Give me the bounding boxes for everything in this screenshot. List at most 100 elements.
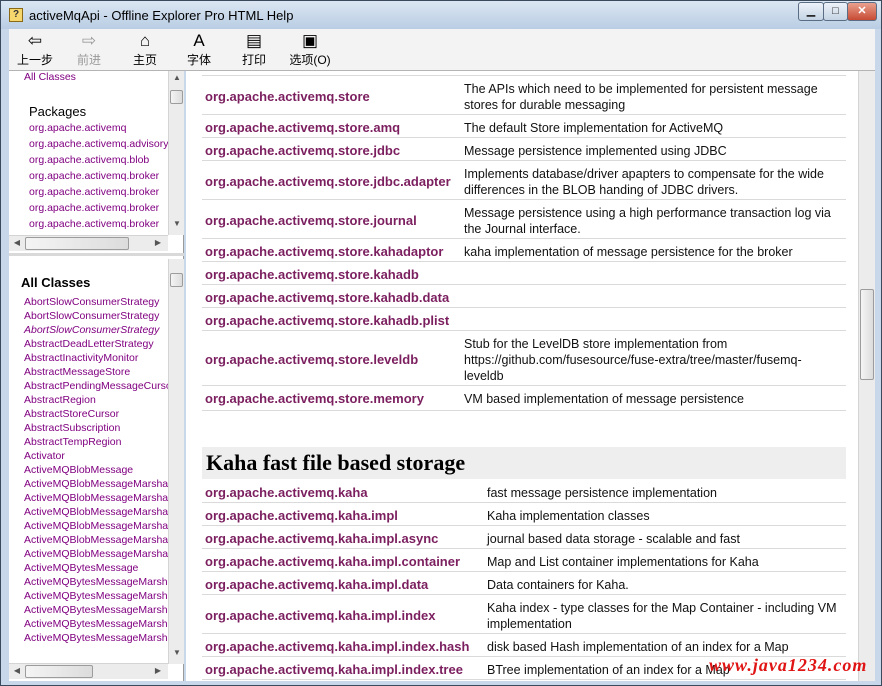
all-classes-link[interactable]: All Classes bbox=[24, 71, 76, 83]
package-name-link[interactable]: org.apache.activemq.kaha.impl.index.tree bbox=[205, 662, 463, 677]
class-link[interactable]: ActiveMQBytesMessageMarshaller bbox=[24, 576, 184, 588]
scroll-right-arrow-icon[interactable]: ▶ bbox=[150, 238, 166, 247]
help-window: ? activeMqApi - Offline Explorer Pro HTM… bbox=[0, 0, 882, 686]
row-divider bbox=[202, 307, 846, 308]
package-name-link[interactable]: org.apache.activemq.store.kahadaptor bbox=[205, 244, 443, 259]
class-link[interactable]: AbortSlowConsumerStrategy bbox=[24, 310, 159, 322]
package-link[interactable]: org.apache.activemq.broker bbox=[29, 186, 159, 198]
scroll-thumb[interactable] bbox=[170, 90, 183, 104]
package-link[interactable]: org.apache.activemq.advisory bbox=[29, 138, 169, 150]
scroll-down-arrow-icon[interactable]: ▼ bbox=[169, 648, 184, 657]
class-link[interactable]: AbortSlowConsumerStrategy bbox=[24, 296, 159, 308]
package-name-link[interactable]: org.apache.activemq.store.jdbc bbox=[205, 143, 400, 158]
package-description: Kaha implementation classes bbox=[487, 509, 650, 523]
package-name-link[interactable]: org.apache.activemq.store.kahadb.plist bbox=[205, 313, 449, 328]
class-link[interactable]: AbstractStoreCursor bbox=[24, 408, 119, 420]
class-link[interactable]: AbstractPendingMessageCursor bbox=[24, 380, 175, 392]
classes-horizontal-scrollbar[interactable]: ◀ ▶ bbox=[9, 663, 168, 679]
package-link[interactable]: org.apache.activemq.blob bbox=[29, 154, 149, 166]
package-name-link[interactable]: org.apache.activemq.kaha.impl.index bbox=[205, 608, 435, 623]
scroll-right-arrow-icon[interactable]: ▶ bbox=[150, 666, 166, 675]
content-frame: org.apache.activemq.store The APIs which … bbox=[186, 71, 875, 681]
class-link[interactable]: AbstractInactivityMonitor bbox=[24, 352, 138, 364]
font-button[interactable]: A 字体 bbox=[181, 31, 217, 69]
package-link[interactable]: org.apache.activemq bbox=[29, 122, 126, 134]
package-name-link[interactable]: org.apache.activemq.kaha.impl.async bbox=[205, 531, 438, 546]
packages-vertical-scrollbar[interactable]: ▲ ▼ bbox=[168, 71, 184, 235]
scroll-up-arrow-icon[interactable]: ▲ bbox=[169, 73, 184, 82]
row-divider bbox=[202, 385, 846, 386]
class-link[interactable]: ActiveMQBytesMessageMarshaller bbox=[24, 590, 184, 602]
row-divider bbox=[202, 75, 846, 76]
package-description: kaha implementation of message persisten… bbox=[464, 245, 793, 259]
scroll-thumb[interactable] bbox=[25, 665, 93, 678]
row-divider bbox=[202, 410, 846, 411]
printer-icon: ▤ bbox=[245, 31, 263, 50]
package-name-link[interactable]: org.apache.activemq.store.journal bbox=[205, 213, 417, 228]
package-link[interactable]: org.apache.activemq.broker bbox=[29, 202, 159, 214]
maximize-button[interactable]: □ bbox=[823, 2, 848, 21]
class-link[interactable]: AbstractRegion bbox=[24, 394, 96, 406]
package-name-link[interactable]: org.apache.activemq.store.amq bbox=[205, 120, 400, 135]
package-name-link[interactable]: org.apache.activemq.store.kahadb.data bbox=[205, 290, 449, 305]
content-vertical-scrollbar[interactable] bbox=[858, 71, 875, 681]
row-divider bbox=[202, 114, 846, 115]
package-link[interactable]: org.apache.activemq.broker bbox=[29, 170, 159, 182]
back-arrow-icon: ⇦ bbox=[27, 31, 43, 50]
package-name-link[interactable]: org.apache.activemq.store.memory bbox=[205, 391, 424, 406]
package-name-link[interactable]: org.apache.activemq.kaha.impl bbox=[205, 508, 398, 523]
scroll-thumb[interactable] bbox=[170, 273, 183, 287]
package-name-link[interactable]: org.apache.activemq.kaha.impl.data bbox=[205, 577, 428, 592]
classes-vertical-scrollbar[interactable]: ▼ bbox=[168, 259, 184, 664]
package-name-link[interactable]: org.apache.activemq.kaha.impl.container bbox=[205, 554, 460, 569]
class-link[interactable]: AbstractSubscription bbox=[24, 422, 120, 434]
home-button[interactable]: ⌂ 主页 bbox=[127, 31, 163, 69]
package-name-link[interactable]: org.apache.activemq.store.leveldb bbox=[205, 352, 418, 367]
font-icon: A bbox=[193, 31, 205, 50]
package-name-link[interactable]: org.apache.activemq.store.jdbc.adapter bbox=[205, 174, 451, 189]
class-link[interactable]: AbortSlowConsumerStrategy bbox=[24, 324, 159, 336]
package-name-link[interactable]: org.apache.activemq.store.kahadb bbox=[205, 267, 419, 282]
row-divider bbox=[202, 502, 846, 503]
scroll-thumb[interactable] bbox=[25, 237, 129, 250]
package-link[interactable]: org.apache.activemq.broker bbox=[29, 218, 159, 230]
class-link[interactable]: Activator bbox=[24, 450, 65, 462]
class-link[interactable]: ActiveMQBlobMessageMarshaller bbox=[24, 548, 182, 560]
package-description: VM based implementation of message persi… bbox=[464, 392, 745, 406]
class-link[interactable]: ActiveMQBytesMessageMarshaller bbox=[24, 618, 184, 630]
class-link[interactable]: ActiveMQBlobMessageMarshaller bbox=[24, 534, 182, 546]
packages-horizontal-scrollbar[interactable]: ◀ ▶ bbox=[9, 235, 168, 251]
class-link[interactable]: ActiveMQBytesMessageMarshaller bbox=[24, 632, 184, 644]
class-link[interactable]: ActiveMQBlobMessageMarshaller bbox=[24, 478, 182, 490]
scroll-down-arrow-icon[interactable]: ▼ bbox=[169, 219, 184, 228]
class-link[interactable]: ActiveMQBlobMessageMarshaller bbox=[24, 506, 182, 518]
package-name-link[interactable]: org.apache.activemq.store bbox=[205, 89, 370, 104]
close-button[interactable]: ✕ bbox=[847, 2, 877, 21]
class-link[interactable]: ActiveMQBlobMessageMarshaller bbox=[24, 520, 182, 532]
row-divider bbox=[202, 261, 846, 262]
print-button[interactable]: ▤ 打印 bbox=[236, 31, 272, 69]
scroll-thumb[interactable] bbox=[860, 289, 874, 380]
class-link[interactable]: AbstractDeadLetterStrategy bbox=[24, 338, 154, 350]
class-link[interactable]: ActiveMQBlobMessage bbox=[24, 464, 133, 476]
class-link[interactable]: ActiveMQBlobMessageMarshaller bbox=[24, 492, 182, 504]
forward-arrow-icon: ⇨ bbox=[81, 31, 97, 50]
forward-button[interactable]: ⇨ 前进 bbox=[69, 31, 109, 69]
class-link[interactable]: ActiveMQBytesMessageMarshaller bbox=[24, 604, 184, 616]
package-name-link[interactable]: org.apache.activemq.kaha.impl.index.hash bbox=[205, 639, 469, 654]
row-divider bbox=[202, 137, 846, 138]
scroll-left-arrow-icon[interactable]: ◀ bbox=[9, 238, 25, 247]
row-divider bbox=[202, 199, 846, 200]
packages-frame: All Classes Packages org.apache.activemq… bbox=[9, 71, 184, 256]
class-link[interactable]: ActiveMQBytesMessage bbox=[24, 562, 138, 574]
package-description: Implements database/driver apapters to c… bbox=[464, 167, 824, 197]
class-link[interactable]: AbstractMessageStore bbox=[24, 366, 130, 378]
scroll-left-arrow-icon[interactable]: ◀ bbox=[9, 666, 25, 675]
class-link[interactable]: AbstractTempRegion bbox=[24, 436, 121, 448]
title-bar[interactable]: ? activeMqApi - Offline Explorer Pro HTM… bbox=[1, 1, 881, 29]
options-button[interactable]: ▣ 选项(O) bbox=[285, 31, 335, 69]
minimize-button[interactable]: ▁ bbox=[798, 2, 824, 21]
package-name-link[interactable]: org.apache.activemq.kaha bbox=[205, 485, 368, 500]
row-divider bbox=[202, 633, 846, 634]
back-button[interactable]: ⇦ 上一步 bbox=[15, 31, 55, 69]
